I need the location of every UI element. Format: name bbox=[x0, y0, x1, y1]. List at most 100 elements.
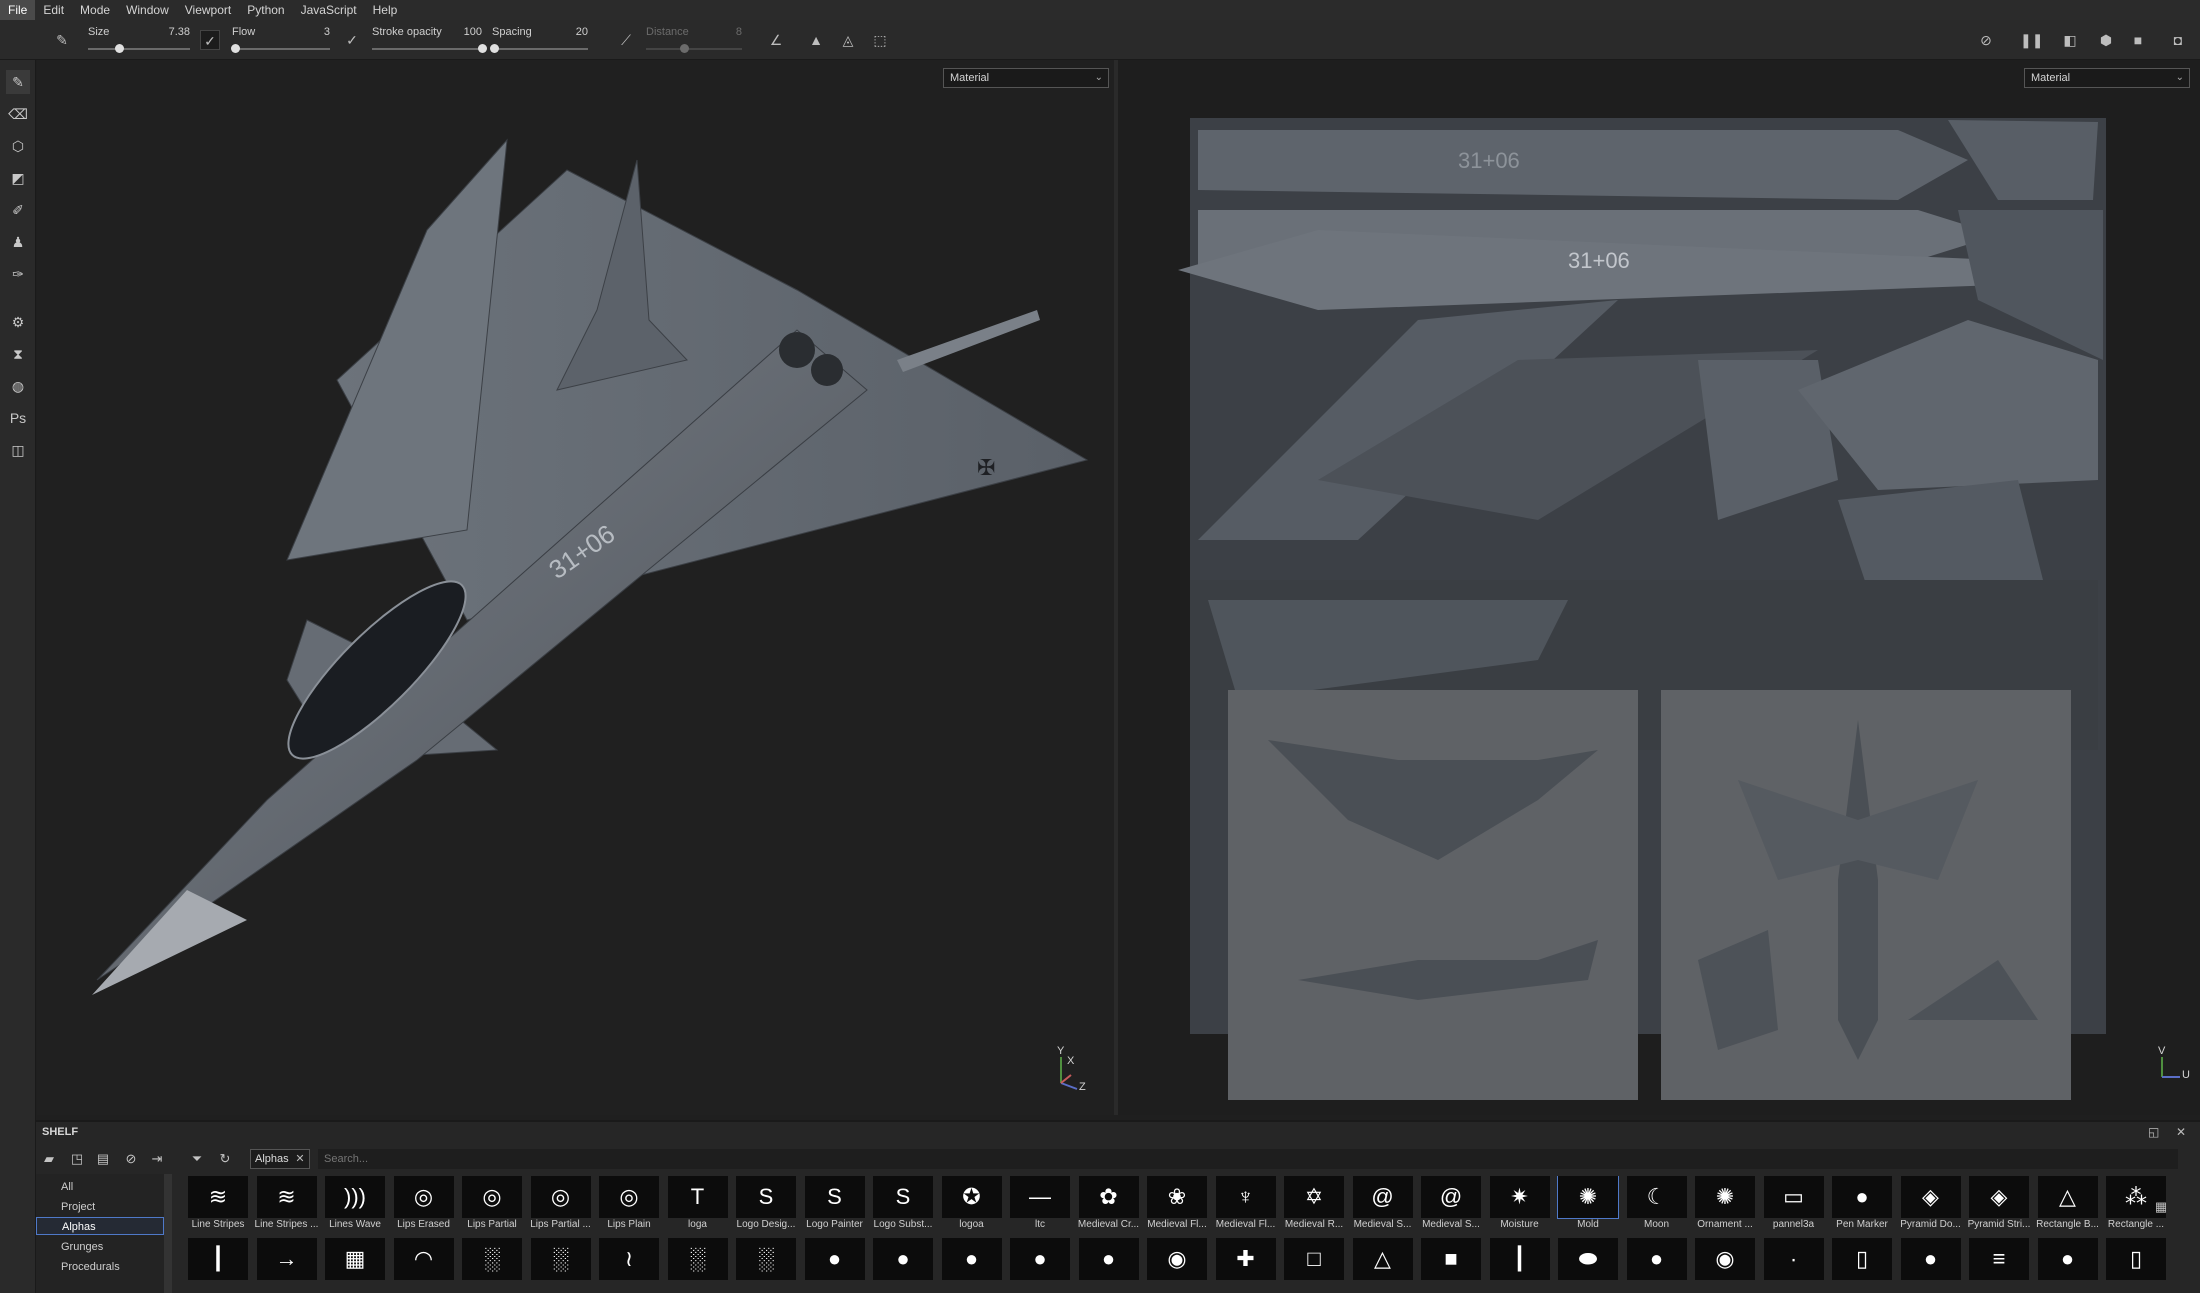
screenshot-icon[interactable]: ◘ bbox=[2168, 30, 2188, 50]
maximize-icon[interactable]: ◱ bbox=[2148, 1125, 2159, 1139]
alpha-thumbnail[interactable]: ░ bbox=[736, 1238, 796, 1280]
alpha-tile[interactable]: ● bbox=[940, 1238, 1004, 1280]
alpha-tile[interactable]: S Logo Desig... bbox=[734, 1176, 798, 1230]
alpha-tile[interactable]: → bbox=[255, 1238, 319, 1280]
alpha-tile[interactable]: ◉ bbox=[1145, 1238, 1209, 1280]
alpha-thumbnail[interactable]: S bbox=[873, 1176, 933, 1218]
alpha-thumbnail[interactable]: ◎ bbox=[530, 1176, 591, 1218]
menu-window[interactable]: Window bbox=[118, 0, 177, 20]
alpha-thumbnail[interactable]: ● bbox=[2037, 1238, 2098, 1280]
symmetry-angle-icon[interactable]: ∠ bbox=[766, 30, 786, 50]
flow-pen-pressure-icon[interactable]: ✓ bbox=[342, 30, 362, 50]
alpha-thumbnail[interactable]: △ bbox=[2037, 1176, 2098, 1218]
projection-tool-icon[interactable]: ⬡ bbox=[6, 134, 30, 158]
grid-view-icon[interactable]: ▦ bbox=[2152, 1198, 2170, 1216]
spacing-handle[interactable] bbox=[489, 44, 499, 53]
menu-javascript[interactable]: JavaScript bbox=[293, 0, 365, 20]
alpha-thumbnail[interactable]: □ bbox=[1284, 1238, 1344, 1280]
alpha-thumbnail[interactable]: ┃ bbox=[1489, 1238, 1550, 1280]
alpha-thumbnail[interactable]: S bbox=[736, 1176, 796, 1218]
stroke-opacity-slider[interactable]: Stroke opacity 100 bbox=[372, 24, 487, 56]
viewport-split-icon[interactable]: ◧ bbox=[2060, 30, 2080, 50]
alpha-tile[interactable]: ✺ Ornament ... bbox=[1693, 1176, 1757, 1230]
alpha-thumbnail[interactable]: ◉ bbox=[1147, 1238, 1207, 1280]
size-handle[interactable] bbox=[114, 44, 124, 53]
menu-help[interactable]: Help bbox=[365, 0, 406, 20]
alpha-tile[interactable]: ◠ bbox=[392, 1238, 456, 1280]
alpha-thumbnail[interactable]: ● bbox=[873, 1238, 933, 1280]
alpha-tile[interactable]: S Logo Painter bbox=[803, 1176, 867, 1230]
spacing-value[interactable]: 20 bbox=[576, 26, 588, 38]
alpha-thumbnail[interactable]: ❀ bbox=[1147, 1176, 1207, 1218]
alpha-tile[interactable]: △ bbox=[1351, 1238, 1415, 1280]
brush-preset-icon[interactable]: ✎ bbox=[52, 30, 72, 50]
alpha-thumbnail[interactable]: → bbox=[256, 1238, 317, 1280]
flow-track[interactable] bbox=[232, 48, 330, 50]
flow-slider[interactable]: Flow 3 bbox=[230, 24, 330, 56]
alpha-thumbnail[interactable]: ◠ bbox=[393, 1238, 454, 1280]
alpha-tile[interactable]: ░ bbox=[666, 1238, 730, 1280]
photoshop-export-icon[interactable]: Ps bbox=[6, 406, 30, 430]
size-slider[interactable]: Size 7.38 bbox=[88, 24, 190, 56]
distance-handle[interactable] bbox=[680, 44, 690, 53]
alpha-thumbnail[interactable]: ■ bbox=[1421, 1238, 1481, 1280]
document-export-icon[interactable]: ◫ bbox=[6, 438, 30, 462]
transform-icon[interactable]: ⬚ bbox=[870, 30, 890, 50]
alpha-tile[interactable]: ▯ bbox=[2104, 1238, 2168, 1280]
spacing-slider[interactable]: Spacing 20 bbox=[489, 24, 588, 56]
category-all[interactable]: All bbox=[36, 1178, 164, 1196]
alpha-thumbnail[interactable]: ● bbox=[804, 1238, 865, 1280]
alpha-thumbnail[interactable]: ● bbox=[1832, 1176, 1892, 1218]
camera-icon[interactable]: ■ bbox=[2128, 30, 2148, 50]
alpha-thumbnail[interactable]: ✡ bbox=[1284, 1176, 1344, 1218]
alpha-thumbnail[interactable]: — bbox=[1010, 1176, 1070, 1218]
alpha-thumbnail[interactable]: ☾ bbox=[1626, 1176, 1687, 1218]
alpha-tile[interactable]: ◈ Pyramid Stri... bbox=[1967, 1176, 2031, 1230]
alpha-thumbnail[interactable]: ✺ bbox=[1557, 1176, 1619, 1219]
alpha-tile[interactable]: ░ bbox=[529, 1238, 593, 1280]
alpha-thumbnail[interactable]: ┃ bbox=[188, 1238, 248, 1280]
category-alphas[interactable]: Alphas bbox=[36, 1217, 164, 1235]
smudge-tool-icon[interactable]: ✐ bbox=[6, 198, 30, 222]
uv-texture-map[interactable]: 31+06 31+06 bbox=[1118, 60, 2200, 1115]
menu-mode[interactable]: Mode bbox=[72, 0, 118, 20]
alpha-tile[interactable]: @ Medieval S... bbox=[1419, 1176, 1483, 1230]
alpha-thumbnail[interactable]: ▯ bbox=[1832, 1238, 1892, 1280]
alpha-thumbnail[interactable]: ◎ bbox=[599, 1176, 659, 1218]
new-resource-icon[interactable]: ◳ bbox=[68, 1150, 86, 1168]
flow-value[interactable]: 3 bbox=[324, 26, 330, 38]
alpha-tile[interactable]: ▯ bbox=[1830, 1238, 1894, 1280]
remove-tag-icon[interactable]: ✕ bbox=[295, 1150, 304, 1168]
shelf-search-input[interactable] bbox=[318, 1149, 2178, 1169]
alpha-thumbnail[interactable]: @ bbox=[1421, 1176, 1481, 1218]
menu-viewport[interactable]: Viewport bbox=[177, 0, 239, 20]
alpha-tile[interactable]: ✚ bbox=[1214, 1238, 1278, 1280]
alpha-tile[interactable]: ✡ Medieval R... bbox=[1282, 1176, 1346, 1230]
size-pen-pressure-icon[interactable]: ✓ bbox=[200, 30, 220, 50]
alpha-thumbnail[interactable]: ≋ bbox=[188, 1176, 248, 1218]
bake-tool-icon[interactable]: ⚙ bbox=[6, 310, 30, 334]
symmetry-settings-icon[interactable]: ◬ bbox=[838, 30, 858, 50]
alpha-thumbnail[interactable]: ◈ bbox=[1900, 1176, 1961, 1218]
distance-track[interactable] bbox=[646, 48, 742, 50]
alpha-tile[interactable]: ● bbox=[1899, 1238, 1963, 1280]
lazy-mouse-icon[interactable]: ⟋ bbox=[616, 30, 636, 50]
alpha-tile[interactable]: ┃ bbox=[1488, 1238, 1552, 1280]
flow-handle[interactable] bbox=[230, 44, 240, 53]
alpha-thumbnail[interactable]: ░ bbox=[462, 1238, 522, 1280]
alpha-tile[interactable]: □ bbox=[1282, 1238, 1346, 1280]
alpha-thumbnail[interactable]: ░ bbox=[667, 1238, 728, 1280]
alpha-thumbnail[interactable]: ∙ bbox=[1763, 1238, 1824, 1280]
spacing-track[interactable] bbox=[492, 48, 588, 50]
alpha-thumbnail[interactable]: ≀ bbox=[599, 1238, 659, 1280]
alpha-tile[interactable]: ● bbox=[1008, 1238, 1072, 1280]
pause-icon[interactable]: ❚❚ bbox=[2020, 30, 2043, 50]
alpha-tile[interactable]: — ltc bbox=[1008, 1176, 1072, 1230]
alpha-thumbnail[interactable]: ● bbox=[1626, 1238, 1687, 1280]
alpha-thumbnail[interactable]: ◉ bbox=[1695, 1238, 1755, 1280]
alpha-tile[interactable]: @ Medieval S... bbox=[1351, 1176, 1415, 1230]
folder-icon[interactable]: ▰ bbox=[40, 1150, 58, 1168]
alpha-tile[interactable]: ✺ Mold bbox=[1556, 1176, 1620, 1230]
alpha-tile[interactable]: ◉ bbox=[1693, 1238, 1757, 1280]
alpha-thumbnail[interactable]: ● bbox=[941, 1238, 1002, 1280]
